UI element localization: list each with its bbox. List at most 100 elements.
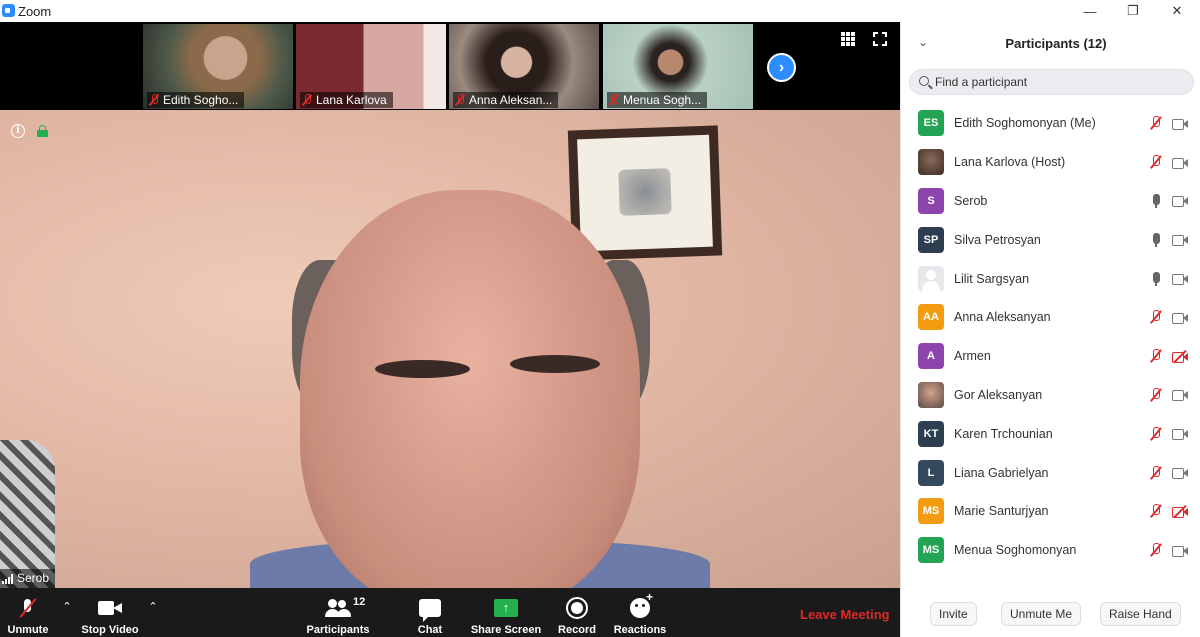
- participant-row[interactable]: SP Silva Petrosyan: [901, 220, 1200, 259]
- muted-mic-icon: [1150, 504, 1162, 518]
- participant-name: Marie Santurjyan: [954, 504, 1049, 519]
- thumbnail-label: Lana Karlova: [300, 92, 393, 108]
- video-camera-icon: [1172, 157, 1188, 169]
- participant-row[interactable]: Lilit Sargsyan: [901, 259, 1200, 298]
- encryption-lock-icon[interactable]: [37, 125, 48, 137]
- audio-options-caret[interactable]: ⌃: [61, 600, 73, 613]
- thumbnail-name: Lana Karlova: [316, 93, 387, 107]
- speaker-name: Serob: [17, 571, 50, 585]
- participants-label: Participants: [306, 624, 370, 636]
- mic-icon: [1150, 193, 1162, 208]
- video-camera-icon: [1172, 273, 1188, 286]
- maximize-button[interactable]: ❐: [1110, 0, 1156, 22]
- thumbnail-name: Menua Sogh...: [623, 93, 702, 107]
- muted-mic-icon: [1150, 155, 1162, 169]
- smiley-icon: [630, 590, 653, 618]
- reactions-label: Reactions: [613, 624, 667, 636]
- avatar: S: [918, 187, 944, 214]
- wall-picture-frame: [567, 125, 723, 261]
- participant-row[interactable]: Gor Aleksanyan: [901, 376, 1200, 415]
- share-screen-button[interactable]: ↑ Share Screen: [471, 588, 541, 637]
- fullscreen-icon[interactable]: [873, 32, 887, 46]
- participant-row[interactable]: AA Anna Aleksanyan: [901, 298, 1200, 337]
- video-off-icon: [1172, 349, 1188, 363]
- active-speaker-video: [0, 110, 900, 588]
- stop-video-button[interactable]: Stop Video: [78, 588, 142, 637]
- participant-row[interactable]: Lana Karlova (Host): [901, 143, 1200, 182]
- video-camera-icon: [1172, 467, 1188, 480]
- share-screen-icon: ↑: [494, 599, 518, 617]
- title-bar: Zoom — ❐ ✕: [0, 0, 1200, 22]
- muted-mic-icon: [1150, 387, 1162, 402]
- video-thumbnail[interactable]: Anna Aleksan...: [449, 24, 599, 109]
- gallery-view-icon[interactable]: [841, 32, 855, 46]
- video-thumbnail[interactable]: Edith Sogho...: [143, 24, 293, 109]
- muted-mic-icon: [302, 94, 312, 106]
- video-options-caret[interactable]: ⌃: [147, 600, 159, 613]
- reactions-button[interactable]: Reactions: [613, 588, 667, 637]
- record-button[interactable]: Record: [557, 588, 597, 637]
- chat-button[interactable]: Chat: [410, 588, 450, 637]
- avatar: KT: [918, 420, 944, 447]
- meeting-info-icon[interactable]: i: [11, 124, 25, 138]
- video-thumbnail[interactable]: Lana Karlova: [296, 24, 446, 109]
- muted-mic-icon: [149, 94, 159, 106]
- participant-name: Karen Trchounian: [954, 426, 1053, 441]
- speaker-name-label: Serob: [0, 569, 56, 588]
- stop-video-label: Stop Video: [81, 624, 139, 636]
- participant-search[interactable]: [909, 69, 1194, 95]
- muted-mic-icon: [1150, 543, 1162, 557]
- mic-icon: [1150, 232, 1162, 247]
- avatar: MS: [918, 537, 944, 564]
- record-label: Record: [558, 624, 596, 636]
- participant-row[interactable]: MS Menua Soghomonyan: [901, 531, 1200, 570]
- participant-name: Armen: [954, 349, 991, 364]
- muted-mic-icon: [609, 94, 619, 106]
- thumbnail-label: Menua Sogh...: [607, 92, 708, 108]
- speaker-face: [300, 190, 640, 588]
- search-icon: [919, 76, 929, 86]
- video-camera-icon: [1172, 428, 1188, 441]
- thumbnail-label: Edith Sogho...: [147, 92, 245, 108]
- muted-mic-icon: [1150, 116, 1162, 130]
- leave-meeting-button[interactable]: Leave Meeting: [800, 607, 890, 622]
- muted-mic-icon: [455, 94, 465, 106]
- minimize-button[interactable]: —: [1067, 0, 1113, 22]
- participant-name: Lilit Sargsyan: [954, 271, 1030, 286]
- video-thumbnail[interactable]: Menua Sogh...: [603, 24, 753, 109]
- avatar: SP: [918, 226, 944, 253]
- participant-list: ES Edith Soghomonyan (Me) Lana Karlova (Ho…: [901, 104, 1200, 570]
- mic-icon: [1150, 271, 1162, 286]
- participant-name: Anna Aleksanyan: [954, 310, 1051, 325]
- invite-button[interactable]: Invite: [930, 602, 977, 626]
- next-page-button[interactable]: ›: [767, 53, 796, 82]
- muted-mic-icon: [1150, 465, 1162, 480]
- participant-row[interactable]: A Armen: [901, 337, 1200, 376]
- record-icon: [566, 597, 588, 619]
- thumbnail-label: Anna Aleksan...: [453, 92, 559, 108]
- unmute-me-button[interactable]: Unmute Me: [1001, 602, 1082, 626]
- video-camera-icon: [1172, 118, 1188, 130]
- chat-bubble-icon: [419, 599, 441, 622]
- participant-row[interactable]: KT Karen Trchounian: [901, 414, 1200, 453]
- panel-footer: Invite Unmute Me Raise Hand: [901, 602, 1200, 626]
- participant-name: Liana Gabrielyan: [954, 465, 1049, 480]
- panel-title: Participants (12): [1005, 36, 1107, 51]
- video-camera-icon: [1172, 312, 1188, 324]
- participant-row[interactable]: ES Edith Soghomonyan (Me): [901, 104, 1200, 143]
- video-camera-icon: [98, 600, 122, 616]
- search-input[interactable]: [935, 73, 1185, 91]
- share-screen-label: Share Screen: [470, 624, 542, 636]
- video-camera-icon: [1172, 234, 1188, 247]
- close-button[interactable]: ✕: [1154, 0, 1200, 22]
- unmute-button[interactable]: Unmute: [4, 588, 52, 637]
- video-camera-icon: [1172, 389, 1188, 402]
- participant-row[interactable]: L Liana Gabrielyan: [901, 453, 1200, 492]
- avatar: A: [918, 343, 944, 370]
- participants-icon: [325, 599, 351, 617]
- participant-row[interactable]: MS Marie Santurjyan: [901, 492, 1200, 531]
- muted-mic-icon: [1150, 310, 1162, 324]
- video-camera-icon: [1172, 195, 1188, 208]
- participant-row[interactable]: S Serob: [901, 182, 1200, 221]
- raise-hand-button[interactable]: Raise Hand: [1100, 602, 1181, 626]
